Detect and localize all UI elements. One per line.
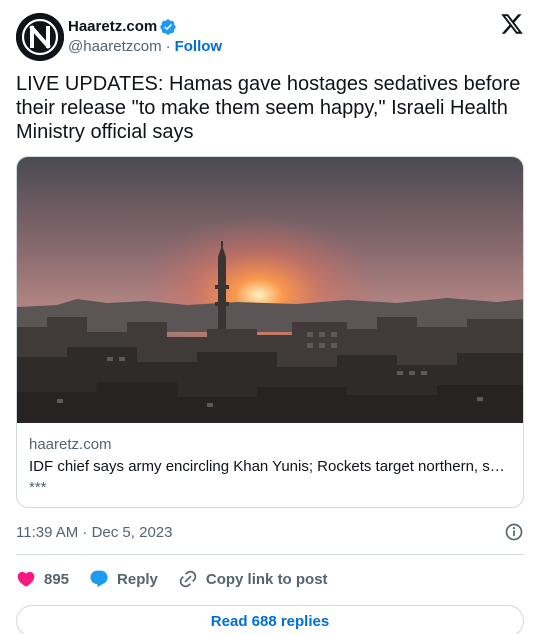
reply-label: Reply (117, 570, 158, 588)
info-icon[interactable] (504, 522, 524, 542)
reply-bubble-icon (90, 570, 108, 588)
divider (16, 554, 524, 555)
tweet-header: Haaretz.com @haaretzcom · Follow (16, 12, 524, 62)
copy-link-button[interactable]: Copy link to post (178, 569, 328, 589)
link-icon (179, 570, 197, 588)
like-button[interactable]: 895 (16, 569, 69, 589)
timestamp[interactable]: 11:39 AM · Dec 5, 2023 (16, 524, 172, 541)
copy-link-label: Copy link to post (205, 570, 328, 588)
link-preview-meta: haaretz.com IDF chief says army encircli… (17, 423, 523, 507)
haaretz-logo-icon (16, 13, 64, 61)
link-domain: haaretz.com (29, 436, 112, 453)
display-name[interactable]: Haaretz.com (68, 17, 157, 37)
separator: · (165, 38, 171, 55)
tweet-text: LIVE UPDATES: Hamas gave hostages sedati… (16, 73, 526, 143)
reply-button[interactable]: Reply (89, 569, 158, 589)
action-bar: 895 Reply Copy link to post (16, 559, 524, 599)
handle[interactable]: @haaretzcom (68, 37, 162, 57)
read-replies-button[interactable]: Read 688 replies (16, 605, 524, 634)
account-identity: Haaretz.com @haaretzcom · Follow (68, 17, 222, 57)
like-count: 895 (44, 570, 70, 588)
link-preview-card[interactable]: haaretz.com IDF chief says army encircli… (16, 156, 524, 508)
link-description: *** (29, 479, 47, 496)
handle-row: @haaretzcom · Follow (68, 37, 222, 57)
avatar[interactable] (16, 13, 64, 61)
display-name-row: Haaretz.com (68, 17, 222, 37)
x-logo-icon[interactable] (500, 12, 524, 36)
link-title[interactable]: IDF chief says army encircling Khan Yuni… (29, 457, 511, 477)
timestamp-row: 11:39 AM · Dec 5, 2023 (16, 522, 524, 542)
follow-button[interactable]: Follow (175, 37, 223, 57)
heart-icon (17, 571, 35, 587)
verified-badge-icon (160, 19, 176, 35)
link-preview-image[interactable] (17, 157, 524, 423)
tweet-embed-card: Haaretz.com @haaretzcom · Follow LIVE UP… (0, 0, 540, 634)
